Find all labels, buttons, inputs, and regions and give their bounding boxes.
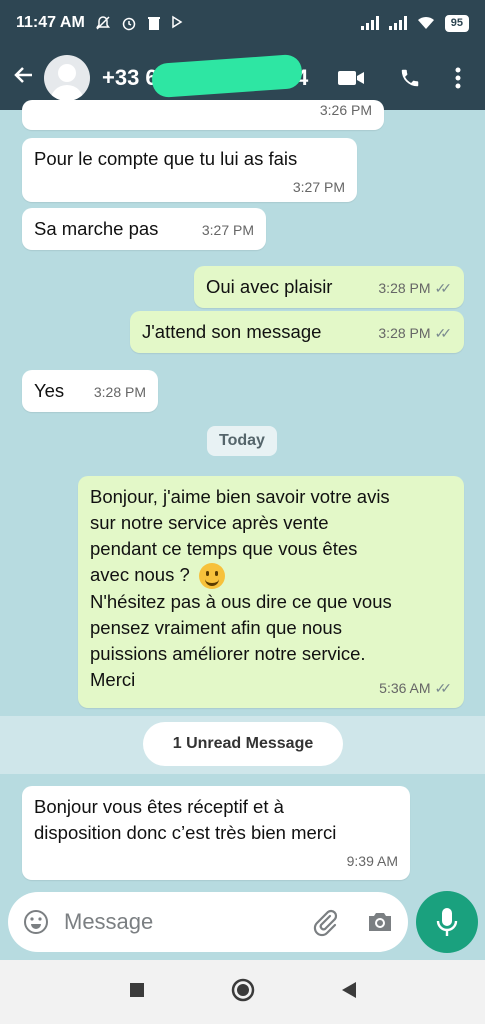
signal-icon [388, 16, 407, 30]
wifi-icon [417, 16, 434, 29]
message-bubble-outgoing[interactable]: Bonjour, j'aime bien savoir votre avis s… [78, 476, 464, 708]
message-composer[interactable]: Message [8, 892, 408, 952]
message-time: 3:28 PM [378, 280, 431, 296]
message-text: Pour le compte que tu lui as fais [34, 148, 298, 169]
smiling-face-emoji-icon [198, 563, 225, 590]
message-line: sur notre service après vente [90, 512, 329, 533]
message-text: Sa marche pas [34, 218, 159, 239]
alarm-icon [122, 17, 136, 31]
message-line: pensez vraiment afin que nous [90, 617, 342, 639]
back-arrow-icon[interactable] [4, 63, 44, 94]
message-bubble-incoming[interactable]: Yes 3:28 PM [22, 370, 158, 412]
recents-square-icon[interactable] [129, 982, 145, 1003]
message-time: 3:27 PM [292, 179, 345, 195]
message-input[interactable]: Message [64, 909, 310, 935]
emoji-icon[interactable] [22, 908, 50, 936]
message-status: 3:28 PM ✓✓ [378, 320, 452, 346]
system-nav-bar [0, 960, 485, 1024]
more-vert-icon[interactable] [455, 67, 461, 89]
message-line: Bonjour vous êtes réceptif et à [34, 796, 284, 817]
message-text: J'attend son message [142, 321, 322, 342]
message-line: disposition donc c’est très bien merci [34, 822, 337, 843]
message-time: 5:36 AM [379, 680, 431, 696]
mic-icon[interactable] [416, 891, 478, 953]
message-bubble-outgoing[interactable]: J'attend son message 3:28 PM ✓✓ [130, 311, 464, 353]
message-bubble-outgoing[interactable]: Oui avec plaisir 3:28 PM ✓✓ [194, 266, 464, 308]
message-bubble-incoming[interactable]: 3:26 PM [22, 100, 384, 130]
attach-icon[interactable] [310, 907, 340, 937]
home-circle-icon[interactable] [231, 978, 255, 1007]
message-time: 3:26 PM [319, 102, 372, 118]
message-status: 3:28 PM ✓✓ [378, 275, 452, 301]
contact-number: +33 6 [102, 65, 158, 90]
play-icon [172, 15, 183, 29]
double-check-icon: ✓✓ [434, 325, 453, 341]
message-line-with-emoji: avec nous ? [90, 562, 452, 590]
back-triangle-icon[interactable] [341, 981, 357, 1004]
status-left-icons [95, 15, 183, 31]
chat-area[interactable]: 3:26 PM Pour le compte que tu lui as fai… [0, 100, 485, 960]
message-text: Yes [34, 380, 65, 401]
battery-icon: 95 [444, 14, 469, 32]
redaction-mark [150, 53, 304, 99]
message-status: 5:36 AM ✓✓ [379, 675, 452, 701]
message-line: pendant ce temps que vous êtes [90, 538, 358, 559]
trash-icon [147, 17, 160, 30]
message-bubble-incoming[interactable]: Sa marche pas 3:27 PM [22, 208, 266, 250]
message-time: 3:28 PM [93, 384, 146, 400]
phone-icon[interactable] [399, 67, 421, 89]
unread-messages-label: 1 Unread Message [143, 722, 343, 766]
message-time: 3:28 PM [378, 325, 431, 341]
camera-icon[interactable] [366, 910, 394, 934]
message-time: 3:27 PM [201, 222, 254, 238]
notification-off-icon [95, 16, 110, 30]
day-divider: Today [207, 426, 277, 456]
status-bar: 11:47 AM 95 [0, 0, 485, 46]
message-time: 9:39 AM [346, 853, 398, 869]
status-time: 11:47 AM [16, 14, 85, 31]
message-line: puissions améliorer notre service. [90, 643, 366, 665]
message-line: N'hésitez pas à ous dire ce que vous [90, 591, 392, 613]
video-call-icon[interactable] [337, 68, 365, 88]
signal-icon [360, 16, 379, 30]
contact-name[interactable]: +33 6 94 [102, 53, 308, 99]
message-bubble-incoming[interactable]: Bonjour vous êtes réceptif et à disposit… [22, 786, 410, 880]
message-text: Oui avec plaisir [206, 276, 333, 297]
message-line: avec nous ? [90, 564, 190, 585]
status-right-icons: 95 [360, 14, 469, 32]
message-line: Bonjour, j'aime bien savoir votre avis [90, 486, 390, 507]
message-bubble-incoming[interactable]: Pour le compte que tu lui as fais 3:27 P… [22, 138, 357, 202]
double-check-icon: ✓✓ [434, 280, 453, 296]
avatar[interactable] [44, 55, 90, 101]
double-check-icon: ✓✓ [434, 680, 453, 696]
